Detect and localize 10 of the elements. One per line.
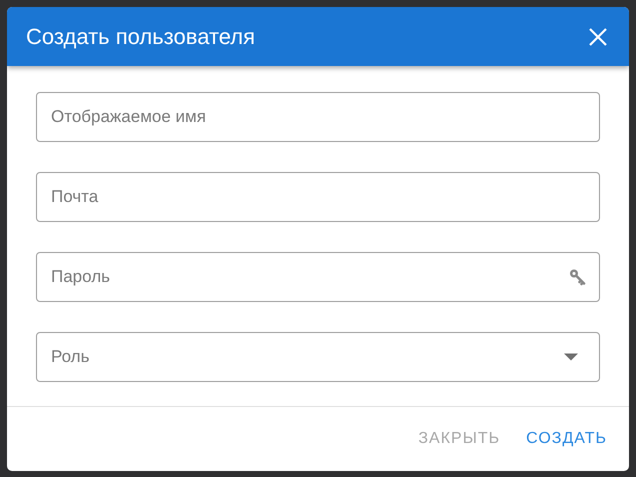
input-field[interactable]: Роль [36, 332, 600, 382]
dialog-button[interactable]: СОЗДАТЬ [520, 424, 613, 454]
key-icon [569, 268, 586, 286]
dialog-title: Создать пользователя [26, 24, 256, 50]
input-field[interactable]: Почта [36, 172, 600, 222]
close-icon [587, 26, 609, 48]
input-field[interactable]: Пароль [36, 252, 600, 302]
caret-icon[interactable] [564, 354, 578, 360]
close-button[interactable] [587, 26, 609, 48]
input-field[interactable]: Отображаемое имя [36, 92, 600, 142]
